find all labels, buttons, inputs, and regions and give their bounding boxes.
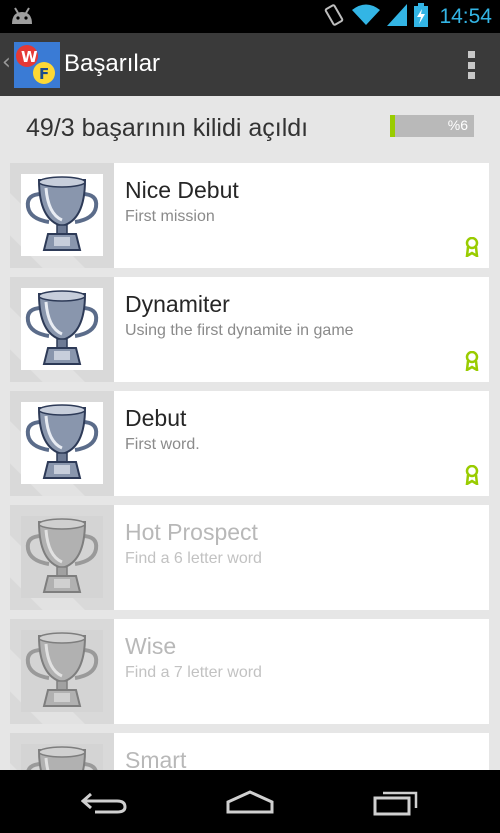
progress-fill <box>390 115 396 137</box>
trophy-icon <box>21 402 103 484</box>
achievement-list[interactable]: Nice Debut First mission Dynamiter Using t… <box>0 163 500 770</box>
achievement-item[interactable]: Nice Debut First mission <box>10 163 489 268</box>
trophy-icon <box>21 630 103 712</box>
signal-icon <box>387 3 408 30</box>
achievement-description: First mission <box>125 208 215 225</box>
achievement-icon-area <box>10 505 114 610</box>
achievement-title: Hot Prospect <box>125 519 258 545</box>
logo-letter-f: F <box>39 65 49 83</box>
clock: 14:54 <box>439 4 492 28</box>
home-icon[interactable] <box>220 784 280 820</box>
app-logo[interactable]: W F <box>14 42 60 88</box>
unlocked-ribbon-icon <box>465 350 479 375</box>
achievement-card: Hot Prospect Find a 6 letter word <box>114 505 489 610</box>
progress-bar: %6 <box>390 115 474 137</box>
page-title: Başarılar <box>64 50 161 77</box>
logo-letter-w: W <box>21 48 38 66</box>
unlocked-ribbon-icon <box>465 236 479 261</box>
achievement-description: Using the first dynamite in game <box>125 322 354 339</box>
trophy-icon <box>21 744 103 770</box>
overflow-menu-icon[interactable] <box>468 51 476 79</box>
trophy-icon <box>21 174 103 256</box>
achievement-icon-area <box>10 733 114 770</box>
achievement-description: First word. <box>125 436 200 453</box>
wifi-icon <box>352 4 381 30</box>
progress-label: %6 <box>447 117 468 133</box>
achievement-icon-area <box>10 277 114 382</box>
achievement-card: Dynamiter Using the first dynamite in gam… <box>114 277 489 382</box>
recent-apps-icon[interactable] <box>366 784 426 820</box>
achievement-title: Dynamiter <box>125 291 230 317</box>
achievement-title: Nice Debut <box>125 177 239 203</box>
achievement-description: Find a 6 letter word <box>125 550 262 567</box>
achievement-icon-area <box>10 163 114 268</box>
achievement-card: Smart <box>114 733 489 770</box>
achievement-title: Wise <box>125 633 177 659</box>
battery-charging-icon <box>414 2 429 31</box>
trophy-icon <box>21 288 103 370</box>
up-caret-icon[interactable]: ‹ <box>2 50 11 75</box>
achievement-item[interactable]: Debut First word. <box>10 391 489 496</box>
achievement-icon-area <box>10 619 114 724</box>
achievement-item[interactable]: Hot Prospect Find a 6 letter word <box>10 505 489 610</box>
achievement-card: Debut First word. <box>114 391 489 496</box>
achievement-card: Wise Find a 7 letter word <box>114 619 489 724</box>
achievement-card: Nice Debut First mission <box>114 163 489 268</box>
trophy-icon <box>21 516 103 598</box>
achievement-title: Debut <box>125 405 187 431</box>
achievement-description: Find a 7 letter word <box>125 664 262 681</box>
android-debug-icon <box>10 6 34 30</box>
achievement-title: Smart <box>125 747 187 770</box>
achievement-item[interactable]: Smart <box>10 733 489 770</box>
back-icon[interactable] <box>74 784 134 820</box>
achievement-item[interactable]: Dynamiter Using the first dynamite in gam… <box>10 277 489 382</box>
status-bar: 14:54 <box>0 0 500 33</box>
unlock-count-text: 49/3 başarının kilidi açıldı <box>26 114 309 142</box>
achievement-item[interactable]: Wise Find a 7 letter word <box>10 619 489 724</box>
vibrate-icon <box>323 3 345 31</box>
navigation-bar <box>0 770 500 833</box>
unlocked-ribbon-icon <box>465 464 479 489</box>
action-bar: ‹ W F Başarılar <box>0 33 500 96</box>
achievement-icon-area <box>10 391 114 496</box>
